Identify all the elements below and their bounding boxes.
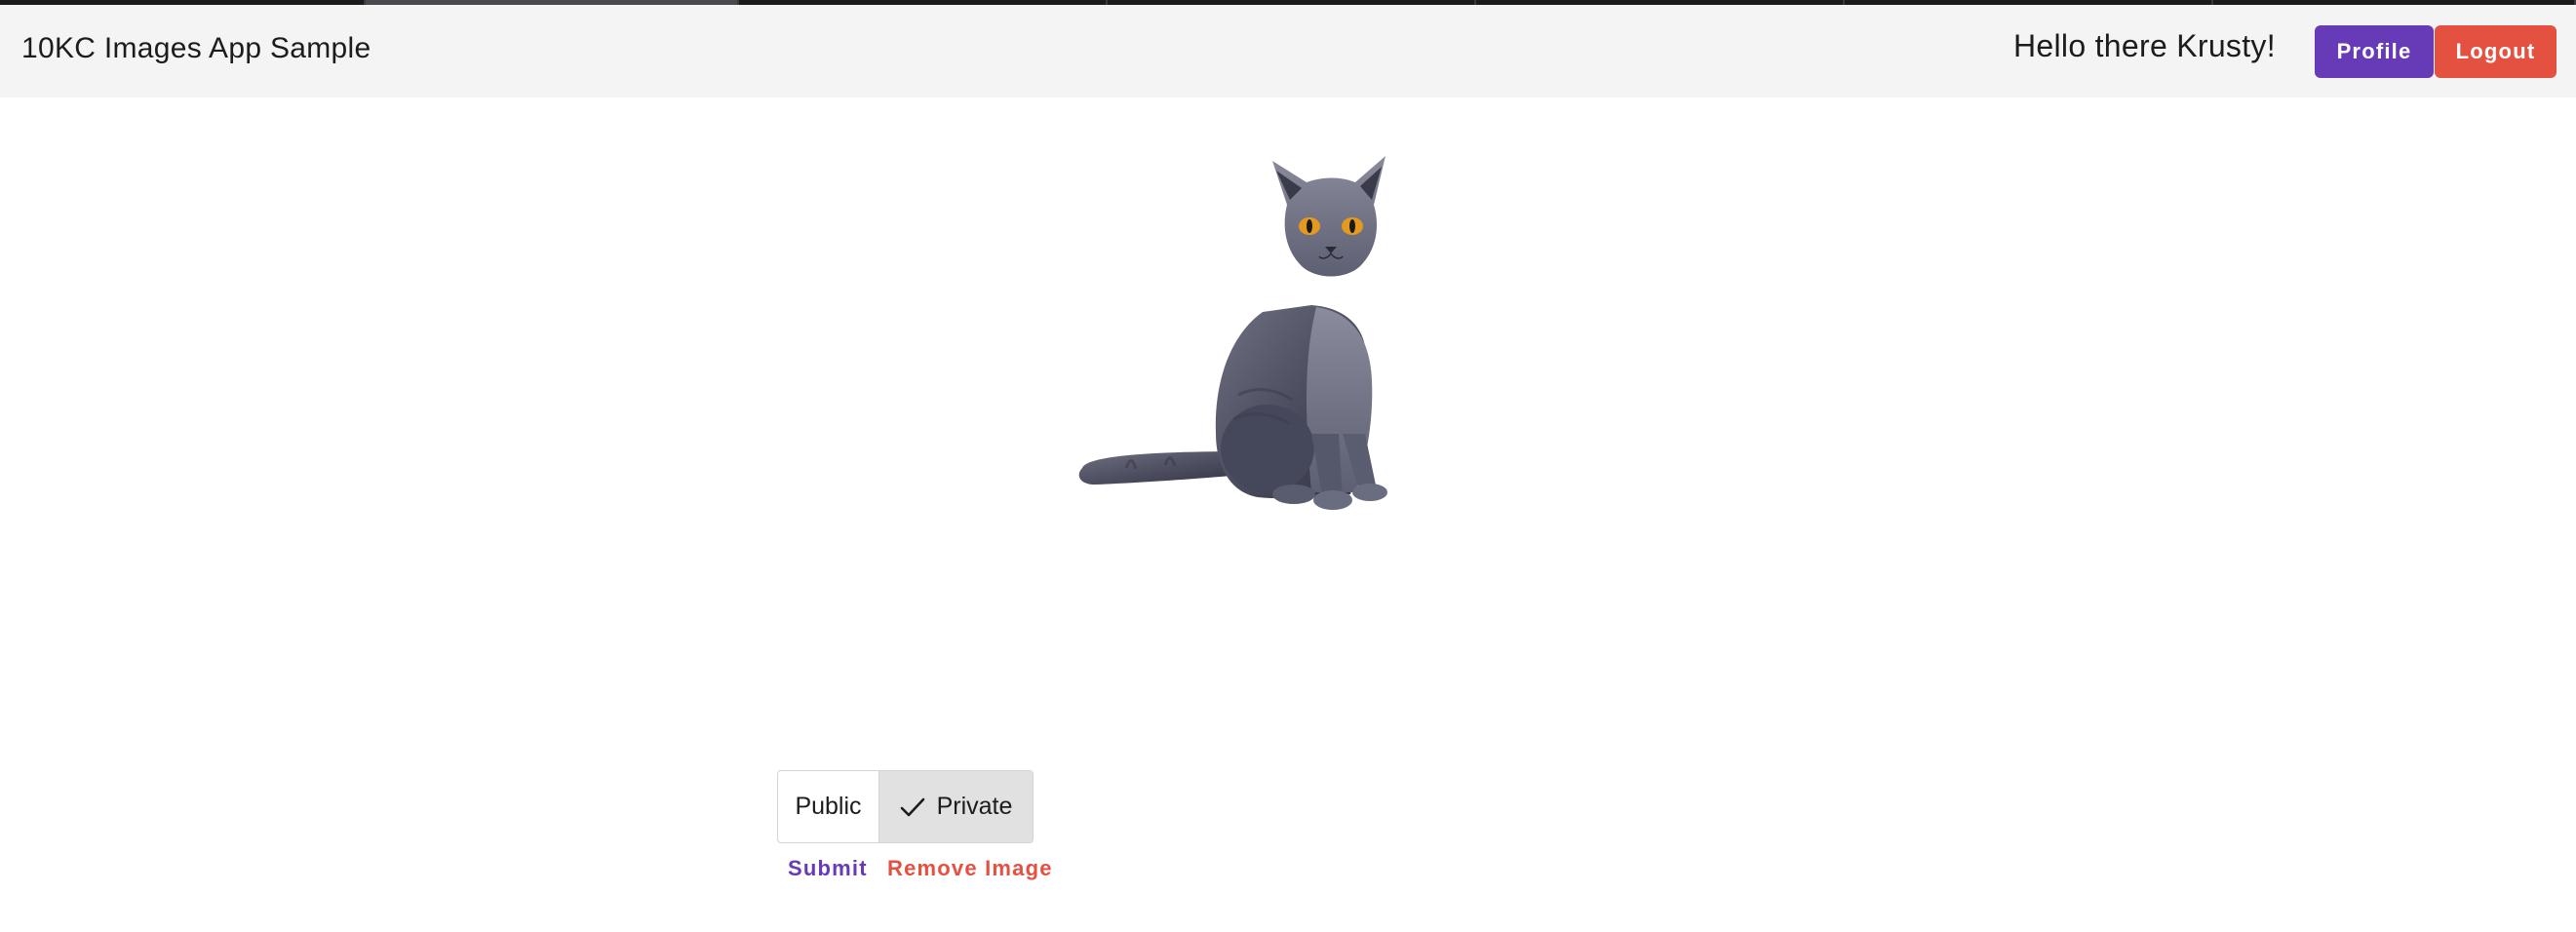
- toggle-public[interactable]: Public: [778, 771, 879, 842]
- submit-button[interactable]: Submit: [788, 856, 868, 881]
- cat-illustration: [1078, 156, 1387, 510]
- visibility-toggle-group: Public Private: [777, 770, 1034, 843]
- toggle-private-label: Private: [936, 793, 1013, 820]
- logout-button[interactable]: Logout: [2435, 25, 2556, 78]
- remove-image-button[interactable]: Remove Image: [887, 856, 1053, 881]
- toggle-private[interactable]: Private: [879, 771, 1033, 842]
- check-icon: [900, 796, 925, 818]
- app-header: 10KC Images App Sample Hello there Krust…: [0, 5, 2576, 97]
- profile-button[interactable]: Profile: [2315, 25, 2434, 78]
- user-greeting: Hello there Krusty!: [2013, 28, 2276, 63]
- toggle-public-label: Public: [795, 793, 862, 820]
- app-title: 10KC Images App Sample: [21, 32, 371, 64]
- cat-image: [1068, 141, 1477, 522]
